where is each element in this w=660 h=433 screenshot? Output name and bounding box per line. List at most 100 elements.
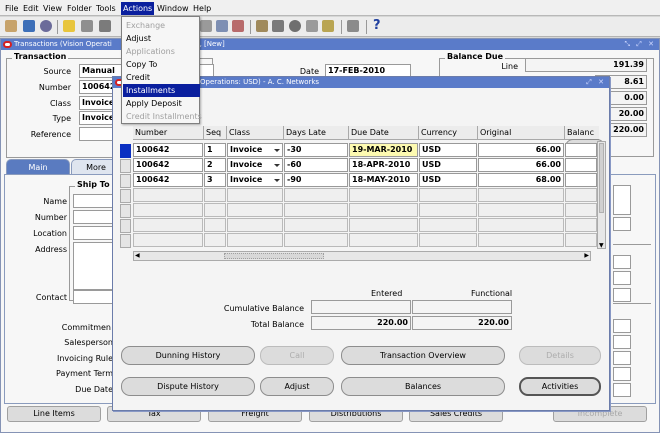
row1-currency[interactable]: USD xyxy=(419,143,477,157)
row2-original[interactable]: 66.00 xyxy=(478,158,564,172)
row2-seq[interactable]: 2 xyxy=(204,158,226,172)
empty-cell[interactable] xyxy=(565,233,597,247)
find-icon[interactable] xyxy=(23,20,35,32)
empty-cell[interactable] xyxy=(284,233,348,247)
menu-tools[interactable]: Tools xyxy=(94,2,118,15)
folder-icon[interactable] xyxy=(63,20,75,32)
installments-window-controls[interactable]: ⤢ ✕ xyxy=(586,77,606,88)
empty-cell[interactable] xyxy=(133,188,203,202)
empty-cell[interactable] xyxy=(133,203,203,217)
menu-apply-deposit[interactable]: Apply Deposit xyxy=(123,97,200,110)
row1-due-date[interactable]: 19-MAR-2010 xyxy=(349,143,418,157)
window-controls[interactable]: ⤡ ⤢ ✕ xyxy=(624,39,656,50)
row3-number[interactable]: 100642 xyxy=(133,173,203,187)
contact-field[interactable] xyxy=(73,290,115,304)
empty-cell[interactable] xyxy=(478,188,564,202)
empty-cell[interactable] xyxy=(349,233,418,247)
row2-balance[interactable] xyxy=(565,158,597,172)
row2-days-late[interactable]: -60 xyxy=(284,158,348,172)
row-indicator[interactable] xyxy=(120,159,131,173)
bill-to-field-2[interactable] xyxy=(613,217,631,231)
menu-view[interactable]: View xyxy=(41,2,64,15)
navigator-icon[interactable] xyxy=(40,20,52,32)
right-field-10[interactable] xyxy=(613,383,631,397)
empty-cell[interactable] xyxy=(419,233,477,247)
row-indicator[interactable] xyxy=(120,204,131,218)
delete-icon[interactable] xyxy=(216,20,228,32)
edit-icon[interactable] xyxy=(232,20,244,32)
empty-cell[interactable] xyxy=(349,218,418,232)
menu-window[interactable]: Window xyxy=(155,2,191,15)
empty-cell[interactable] xyxy=(204,218,226,232)
row2-number[interactable]: 100642 xyxy=(133,158,203,172)
menu-adjust[interactable]: Adjust xyxy=(123,32,200,45)
number-field[interactable]: 100642 xyxy=(79,80,113,94)
reference-field[interactable] xyxy=(79,127,113,141)
right-field-8[interactable] xyxy=(613,351,631,365)
empty-cell[interactable] xyxy=(227,203,283,217)
balances-button[interactable]: Balances xyxy=(341,377,505,396)
row3-currency[interactable]: USD xyxy=(419,173,477,187)
row2-currency[interactable]: USD xyxy=(419,158,477,172)
menu-folder[interactable]: Folder xyxy=(65,2,94,15)
vertical-scrollbar[interactable]: ▼ xyxy=(597,141,606,249)
type-field[interactable]: Invoice xyxy=(79,111,113,125)
clear-icon[interactable] xyxy=(200,20,212,32)
menu-credit[interactable]: Credit xyxy=(123,71,200,84)
empty-cell[interactable] xyxy=(204,203,226,217)
save-icon[interactable] xyxy=(99,20,111,32)
bill-to-field-3[interactable] xyxy=(613,255,631,269)
empty-cell[interactable] xyxy=(349,203,418,217)
bill-to-field-1[interactable] xyxy=(613,185,631,215)
folder-tools-icon[interactable] xyxy=(306,20,318,32)
row1-class[interactable]: Invoice xyxy=(227,143,283,157)
row1-balance[interactable] xyxy=(565,143,597,157)
ship-number-field[interactable] xyxy=(73,210,115,224)
tools-icon[interactable] xyxy=(347,20,359,32)
scroll-left-icon[interactable]: ◀ xyxy=(135,252,140,259)
horizontal-scrollbar[interactable]: ◀ ▶ xyxy=(133,251,591,261)
class-field[interactable]: Invoice xyxy=(79,96,113,110)
row-indicator[interactable] xyxy=(120,234,131,248)
empty-cell[interactable] xyxy=(284,203,348,217)
empty-cell[interactable] xyxy=(419,218,477,232)
row3-due-date[interactable]: 18-MAY-2010 xyxy=(349,173,418,187)
row-indicator[interactable] xyxy=(120,219,131,233)
row1-number[interactable]: 100642 xyxy=(133,143,203,157)
ship-location-field[interactable] xyxy=(73,226,115,240)
row1-days-late[interactable]: -30 xyxy=(284,143,348,157)
row3-original[interactable]: 68.00 xyxy=(478,173,564,187)
empty-cell[interactable] xyxy=(204,188,226,202)
dunning-history-button[interactable]: Dunning History xyxy=(121,346,255,365)
empty-cell[interactable] xyxy=(284,188,348,202)
bill-to-field-4[interactable] xyxy=(613,271,631,285)
help-icon[interactable]: ? xyxy=(373,18,381,33)
empty-cell[interactable] xyxy=(227,218,283,232)
menu-edit[interactable]: Edit xyxy=(21,2,41,15)
empty-cell[interactable] xyxy=(478,203,564,217)
empty-cell[interactable] xyxy=(133,218,203,232)
transaction-overview-button[interactable]: Transaction Overview xyxy=(341,346,505,365)
row1-original[interactable]: 66.00 xyxy=(478,143,564,157)
tab-main[interactable]: Main xyxy=(6,159,70,175)
row1-seq[interactable]: 1 xyxy=(204,143,226,157)
right-field-6[interactable] xyxy=(613,319,631,333)
menu-actions[interactable]: Actions xyxy=(121,2,155,15)
right-field-9[interactable] xyxy=(613,367,631,381)
window-help-icon[interactable] xyxy=(322,20,334,32)
line-items-button[interactable]: Line Items xyxy=(7,406,101,422)
row2-class[interactable]: Invoice xyxy=(227,158,283,172)
menu-copy-to[interactable]: Copy To xyxy=(123,58,200,71)
empty-cell[interactable] xyxy=(227,188,283,202)
menu-file[interactable]: File xyxy=(3,2,20,15)
right-field-7[interactable] xyxy=(613,335,631,349)
new-icon[interactable] xyxy=(5,20,17,32)
empty-cell[interactable] xyxy=(565,188,597,202)
empty-cell[interactable] xyxy=(133,233,203,247)
empty-cell[interactable] xyxy=(349,188,418,202)
translations-icon[interactable] xyxy=(272,20,284,32)
empty-cell[interactable] xyxy=(478,218,564,232)
ship-name-field[interactable] xyxy=(73,194,115,208)
bill-to-field-5[interactable] xyxy=(613,288,631,302)
adjust-button[interactable]: Adjust xyxy=(260,377,334,396)
